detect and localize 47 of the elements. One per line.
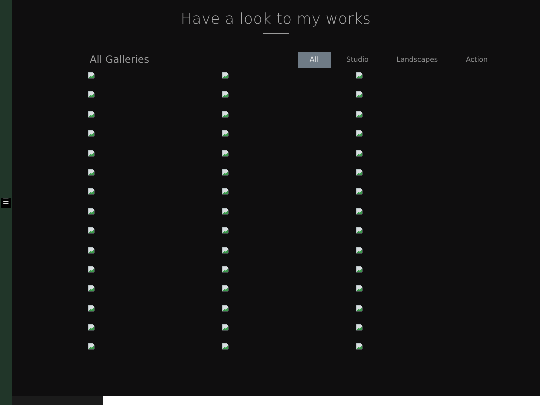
- broken-image-icon: [356, 266, 363, 273]
- broken-image-icon: [88, 188, 95, 196]
- broken-image-icon: [88, 343, 95, 350]
- broken-image-icon: [222, 208, 229, 215]
- broken-image-icon: [88, 130, 95, 138]
- broken-image-icon: [356, 91, 363, 98]
- broken-image-icon: [222, 285, 229, 292]
- broken-image-icon: [222, 110, 229, 118]
- broken-image-icon: [356, 246, 363, 254]
- gallery-title: All Galleries: [90, 54, 150, 66]
- broken-image-icon: [222, 227, 229, 234]
- broken-image-icon: [88, 208, 95, 215]
- broken-image-icon: [88, 324, 95, 332]
- broken-image-icon: [356, 208, 363, 215]
- broken-image-icon: [222, 324, 229, 332]
- broken-image-icon: [88, 91, 95, 98]
- broken-image-icon: [222, 246, 229, 254]
- broken-image-icon: [356, 150, 363, 157]
- section-title: Have a look to my works: [180, 10, 372, 28]
- broken-image-icon: [222, 91, 229, 98]
- broken-image-icon: [222, 130, 229, 138]
- broken-image-icon: [88, 110, 95, 118]
- broken-image-icon: [356, 110, 363, 118]
- broken-image-icon: [356, 285, 363, 292]
- broken-image-icon: [88, 285, 95, 292]
- broken-image-icon: [222, 168, 229, 176]
- broken-image-icon: [88, 304, 95, 312]
- broken-image-icon: [356, 227, 363, 234]
- broken-image-icon: [222, 266, 229, 273]
- broken-image-icon: [222, 150, 229, 157]
- broken-image-icon: [88, 246, 95, 254]
- broken-image-icon: [356, 168, 363, 176]
- broken-image-icon: [356, 324, 363, 332]
- broken-image-icon: [356, 188, 363, 196]
- broken-image-icon: [222, 72, 229, 79]
- broken-image-icon: [356, 72, 363, 79]
- broken-image-icon: [88, 227, 95, 234]
- broken-image-icon: [88, 266, 95, 273]
- broken-image-icon: [88, 168, 95, 176]
- broken-image-icon: [356, 343, 363, 350]
- broken-image-icon: [88, 150, 95, 157]
- broken-image-icon: [222, 188, 229, 196]
- broken-image-icon: [356, 130, 363, 138]
- broken-image-icon: [356, 304, 363, 312]
- broken-image-icon: [222, 304, 229, 312]
- broken-image-icon: [88, 72, 95, 79]
- broken-image-icon: [222, 343, 229, 350]
